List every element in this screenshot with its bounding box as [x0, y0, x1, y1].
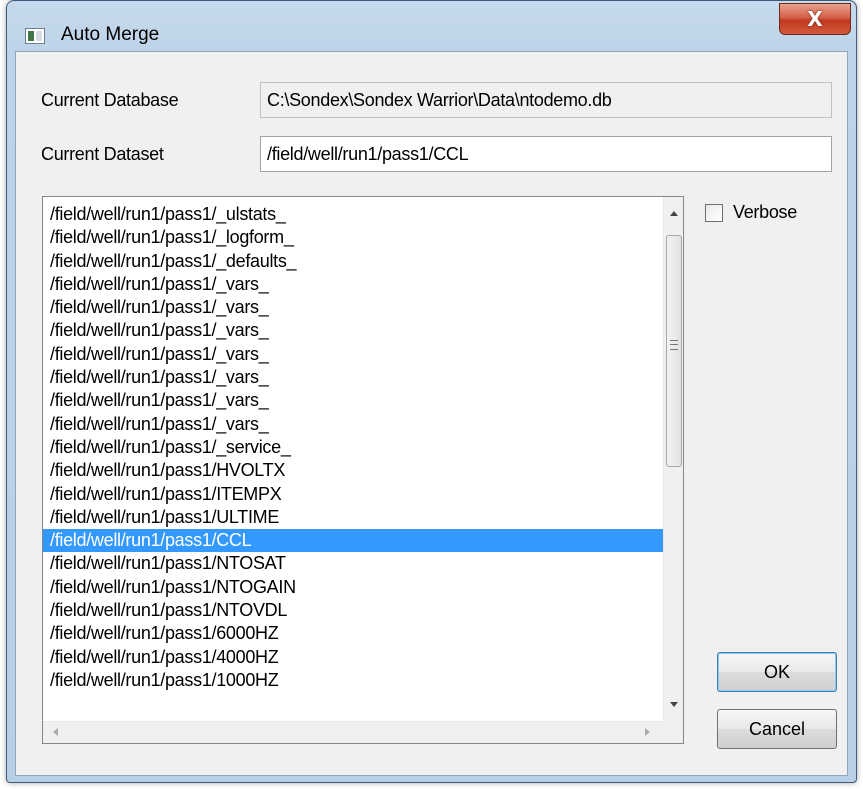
- list-item[interactable]: /field/well/run1/pass1/_logform_: [43, 226, 663, 249]
- close-button[interactable]: X: [779, 3, 851, 35]
- vertical-scroll-thumb[interactable]: [666, 235, 682, 467]
- list-item[interactable]: /field/well/run1/pass1/ULTIME: [43, 506, 663, 529]
- dataset-list-items: /field/well/run1/pass1/_ulstats_/field/w…: [43, 197, 663, 721]
- dialog-body: Current Database C:\Sondex\Sondex Warrio…: [15, 51, 848, 776]
- scroll-up-icon[interactable]: [670, 211, 678, 216]
- horizontal-scrollbar[interactable]: [43, 721, 663, 743]
- verbose-label[interactable]: Verbose: [733, 202, 797, 223]
- list-item[interactable]: /field/well/run1/pass1/6000HZ: [43, 622, 663, 645]
- list-item[interactable]: /field/well/run1/pass1/_service_: [43, 436, 663, 459]
- dataset-listbox[interactable]: /field/well/run1/pass1/_ulstats_/field/w…: [42, 196, 684, 744]
- list-item[interactable]: /field/well/run1/pass1/_defaults_: [43, 250, 663, 273]
- list-item[interactable]: /field/well/run1/pass1/_vars_: [43, 366, 663, 389]
- current-dataset-field[interactable]: /field/well/run1/pass1/CCL: [260, 136, 832, 172]
- list-item[interactable]: /field/well/run1/pass1/_vars_: [43, 273, 663, 296]
- list-item[interactable]: /field/well/run1/pass1/ITEMPX: [43, 483, 663, 506]
- scroll-right-icon[interactable]: [645, 728, 650, 736]
- current-dataset-label: Current Dataset: [41, 144, 164, 164]
- list-item[interactable]: /field/well/run1/pass1/_ulstats_: [43, 203, 663, 226]
- list-item[interactable]: /field/well/run1/pass1/NTOGAIN: [43, 576, 663, 599]
- list-item[interactable]: /field/well/run1/pass1/NTOSAT: [43, 552, 663, 575]
- list-item[interactable]: /field/well/run1/pass1/1000HZ: [43, 669, 663, 692]
- vertical-scrollbar[interactable]: [663, 197, 683, 721]
- app-icon: [25, 28, 45, 44]
- list-item[interactable]: /field/well/run1/pass1/_vars_: [43, 319, 663, 342]
- current-database-label: Current Database: [41, 90, 179, 110]
- list-item[interactable]: /field/well/run1/pass1/_vars_: [43, 389, 663, 412]
- list-item[interactable]: /field/well/run1/pass1/_vars_: [43, 343, 663, 366]
- scrollbar-corner: [663, 721, 683, 743]
- list-item[interactable]: /field/well/run1/pass1/CCL: [43, 529, 663, 553]
- current-database-field: C:\Sondex\Sondex Warrior\Data\ntodemo.db: [260, 82, 832, 118]
- list-item[interactable]: /field/well/run1/pass1/_vars_: [43, 296, 663, 319]
- cancel-button[interactable]: Cancel: [717, 709, 837, 749]
- list-item[interactable]: /field/well/run1/pass1/HVOLTX: [43, 459, 663, 482]
- close-icon: X: [807, 7, 823, 31]
- list-item[interactable]: /field/well/run1/pass1/NTOVDL: [43, 599, 663, 622]
- scroll-down-icon[interactable]: [670, 702, 678, 707]
- auto-merge-dialog: Auto Merge X Current Database C:\Sondex\…: [6, 0, 857, 783]
- window-title: Auto Merge: [61, 24, 160, 45]
- list-item[interactable]: /field/well/run1/pass1/4000HZ: [43, 646, 663, 669]
- ok-button[interactable]: OK: [717, 652, 837, 692]
- list-item[interactable]: /field/well/run1/pass1/_vars_: [43, 413, 663, 436]
- verbose-checkbox[interactable]: [705, 204, 723, 222]
- scroll-left-icon[interactable]: [53, 728, 58, 736]
- title-bar[interactable]: Auto Merge X: [7, 1, 856, 51]
- scroll-grip-icon: [670, 340, 678, 350]
